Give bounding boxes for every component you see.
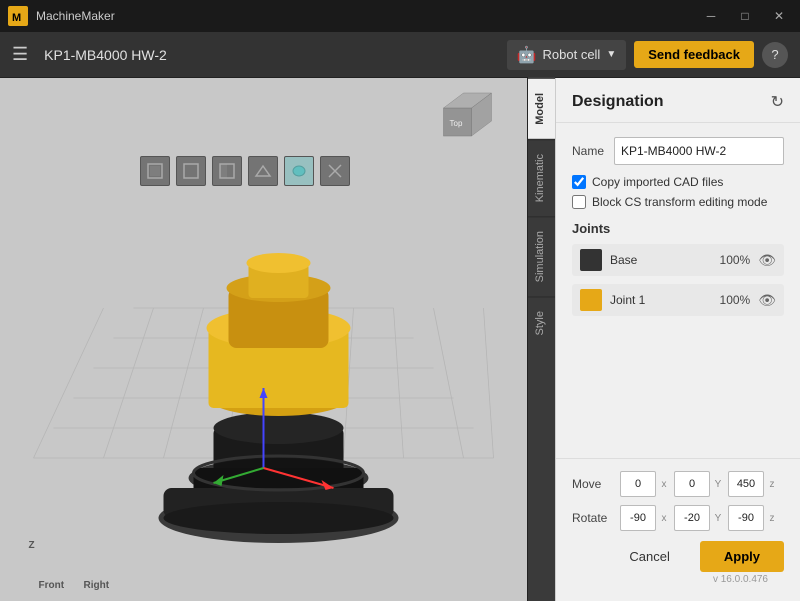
rotate-x-input[interactable] [620, 505, 656, 531]
rotate-z-axis-label: z [766, 513, 778, 524]
robot-icon: 🤖 [517, 45, 537, 65]
help-button[interactable]: ? [762, 42, 788, 68]
rotate-row: Rotate x Y z [572, 505, 784, 531]
titlebar: M MachineMaker ─ □ ✕ [0, 0, 800, 32]
apply-button[interactable]: Apply [700, 541, 784, 572]
panel-header: Designation ↻ [556, 78, 800, 123]
panel-body: Name Copy imported CAD files Block CS tr… [556, 123, 800, 458]
move-y-axis-label: Y [712, 479, 724, 490]
rotate-x-axis-label: x [658, 513, 670, 524]
move-x-group: x [620, 471, 670, 497]
move-z-input[interactable] [728, 471, 764, 497]
tab-kinematic[interactable]: Kinematic [528, 139, 555, 216]
rotate-y-axis-label: Y [712, 513, 724, 524]
maximize-button[interactable]: □ [732, 6, 758, 26]
rotate-z-group: z [728, 505, 778, 531]
hamburger-icon[interactable]: ☰ [12, 44, 28, 65]
joint-name-base: Base [610, 253, 706, 267]
terrain-view-button[interactable] [248, 156, 278, 186]
content-area: Front Right Z Top Model Kinematic Simula… [0, 78, 800, 601]
tab-model[interactable]: Model [528, 78, 555, 139]
joint-row-joint1: Joint 1 100% 👁 [572, 284, 784, 316]
move-row: Move x Y z [572, 471, 784, 497]
move-label: Move [572, 477, 616, 491]
joint-name-joint1: Joint 1 [610, 293, 706, 307]
mesh-view-button[interactable] [284, 156, 314, 186]
checkbox1-label: Copy imported CAD files [592, 175, 723, 189]
rotate-label: Rotate [572, 511, 616, 525]
joint-color-joint1 [580, 289, 602, 311]
rotate-y-group: Y [674, 505, 724, 531]
joint-visibility-base[interactable]: 👁 [758, 252, 776, 269]
svg-text:Front: Front [39, 580, 65, 591]
panel-bottom: Move x Y z Rotate x [556, 458, 800, 601]
half-view-button[interactable] [212, 156, 242, 186]
joints-section-label: Joints [572, 221, 784, 236]
app-name: MachineMaker [36, 9, 115, 23]
name-label: Name [572, 144, 614, 158]
joint-row-base: Base 100% 👁 [572, 244, 784, 276]
copy-cad-checkbox[interactable] [572, 175, 586, 189]
name-field-row: Name [572, 137, 784, 165]
svg-text:Z: Z [29, 540, 35, 551]
dropdown-arrow-icon: ▼ [606, 49, 616, 60]
move-x-input[interactable] [620, 471, 656, 497]
move-z-axis-label: z [766, 479, 778, 490]
robot-cell-label: Robot cell [543, 47, 601, 62]
wireframe-view-button[interactable] [176, 156, 206, 186]
svg-text:Top: Top [450, 119, 463, 128]
version-label: v 16.0.0.476 [572, 572, 784, 589]
rotate-z-input[interactable] [728, 505, 764, 531]
joint-pct-joint1: 100% [714, 293, 750, 307]
checkbox2-row: Block CS transform editing mode [572, 195, 784, 209]
send-feedback-button[interactable]: Send feedback [634, 41, 754, 68]
joint-visibility-joint1[interactable]: 👁 [758, 292, 776, 309]
reset-view-button[interactable] [320, 156, 350, 186]
svg-text:M: M [12, 12, 21, 24]
name-input[interactable] [614, 137, 784, 165]
solid-view-button[interactable] [140, 156, 170, 186]
side-tabs-panel: Model Kinematic Simulation Style [527, 78, 555, 601]
action-buttons-row: Cancel Apply [572, 541, 784, 572]
svg-text:Right: Right [84, 580, 110, 591]
cancel-button[interactable]: Cancel [609, 541, 689, 572]
close-button[interactable]: ✕ [766, 6, 792, 26]
panel-title: Designation [572, 93, 664, 111]
checkbox2-label: Block CS transform editing mode [592, 195, 767, 209]
minimize-button[interactable]: ─ [698, 6, 724, 26]
view-toolbar [140, 156, 350, 186]
robot-cell-button[interactable]: 🤖 Robot cell ▼ [507, 40, 627, 70]
move-z-group: z [728, 471, 778, 497]
right-panel: Designation ↻ Name Copy imported CAD fil… [555, 78, 800, 601]
checkbox1-row: Copy imported CAD files [572, 175, 784, 189]
main-toolbar: ☰ KP1-MB4000 HW-2 🤖 Robot cell ▼ Send fe… [0, 32, 800, 78]
app-icon: M [8, 6, 28, 26]
block-cs-checkbox[interactable] [572, 195, 586, 209]
3d-viewport[interactable]: Front Right Z Top [0, 78, 527, 601]
move-x-axis-label: x [658, 479, 670, 490]
tab-style[interactable]: Style [528, 296, 555, 349]
project-title: KP1-MB4000 HW-2 [44, 47, 498, 63]
refresh-icon[interactable]: ↻ [771, 92, 784, 112]
rotate-y-input[interactable] [674, 505, 710, 531]
joint-pct-base: 100% [714, 253, 750, 267]
joint-color-base [580, 249, 602, 271]
rotate-x-group: x [620, 505, 670, 531]
move-y-input[interactable] [674, 471, 710, 497]
tab-simulation[interactable]: Simulation [528, 216, 555, 296]
move-y-group: Y [674, 471, 724, 497]
